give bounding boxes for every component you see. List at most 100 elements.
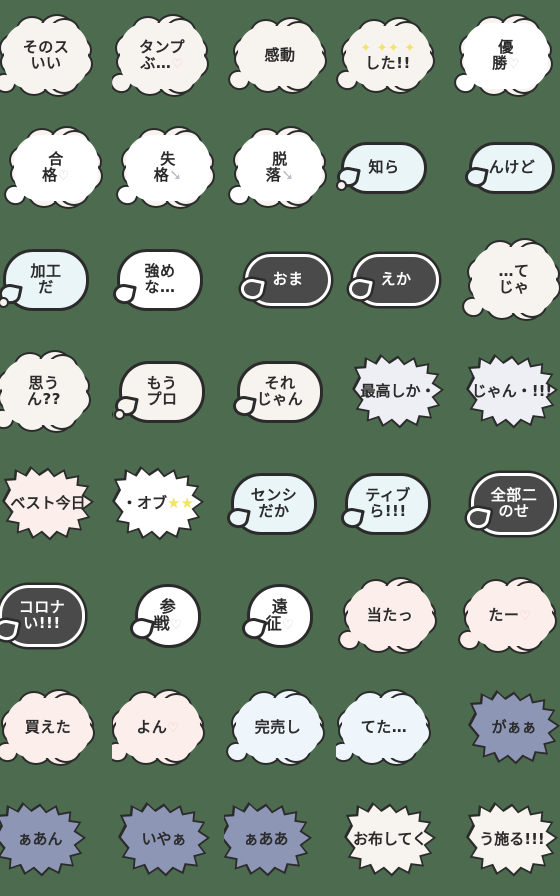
speech-bubble-oval[interactable]: 全部二 のせ bbox=[465, 473, 557, 535]
speech-bubble-cloud[interactable]: 合格♡ bbox=[1, 126, 103, 209]
sticker-cell[interactable]: 最高しか・ bbox=[336, 336, 448, 448]
speech-bubble-burst[interactable]: 最高しか・ bbox=[352, 354, 444, 430]
speech-bubble-cloud[interactable]: 思う ん?? bbox=[0, 350, 91, 433]
heart-icon: ♡ bbox=[507, 57, 520, 72]
speech-bubble-oval[interactable]: 知ら bbox=[336, 142, 427, 194]
bubble-tail bbox=[112, 281, 137, 307]
sticker-cell[interactable]: てた… bbox=[336, 672, 448, 784]
sticker-cell[interactable]: う施る!!! bbox=[448, 784, 560, 896]
bubble-trail-dots bbox=[112, 408, 126, 424]
sticker-cell[interactable]: ベスト今日 bbox=[0, 448, 112, 560]
sticker-label: 当たっ bbox=[367, 608, 414, 624]
sticker-cell[interactable]: 参戦♡ bbox=[112, 560, 224, 672]
sticker-line: プロ bbox=[146, 390, 178, 408]
sticker-line: う施 bbox=[479, 830, 510, 849]
sticker-cell[interactable]: んけど bbox=[448, 112, 560, 224]
sticker-cell[interactable]: 脱落➘ bbox=[224, 112, 336, 224]
speech-bubble-cloud[interactable]: てた… bbox=[336, 689, 431, 766]
sticker-cell[interactable]: ぁあん bbox=[0, 784, 112, 896]
sticker-label: 参戦♡ bbox=[153, 599, 183, 633]
sticker-line: お布 bbox=[352, 830, 383, 849]
speech-bubble-cloud[interactable]: 感動 bbox=[225, 17, 327, 94]
speech-bubble-oval[interactable]: センシ だか bbox=[225, 473, 317, 535]
sticker-cell[interactable]: それ じゃん bbox=[224, 336, 336, 448]
speech-bubble-cloud[interactable]: たー♡ bbox=[455, 577, 557, 654]
speech-bubble-cloud[interactable]: ✦ ✦✦ ✦ した!! bbox=[336, 17, 435, 94]
heart-icon: ♡ bbox=[167, 721, 180, 737]
sticker-label: 脱落➘ bbox=[266, 152, 295, 183]
speech-bubble-cloud[interactable]: …て じゃ bbox=[459, 238, 560, 321]
speech-bubble-cloud[interactable]: 脱落➘ bbox=[225, 126, 327, 209]
sticker-cell[interactable]: おま bbox=[224, 224, 336, 336]
speech-bubble-cloud[interactable]: 失格➘ bbox=[113, 126, 215, 209]
speech-bubble-burst[interactable]: ぁあん bbox=[0, 802, 86, 878]
speech-bubble-cloud[interactable]: タンプ ぶ…♡ bbox=[112, 14, 209, 97]
sticker-cell[interactable]: 優勝♡ bbox=[448, 0, 560, 112]
sticker-cell[interactable]: いやぁ bbox=[112, 784, 224, 896]
sticker-cell[interactable]: 遠征♡ bbox=[224, 560, 336, 672]
sticker-label: ティブ ら!!! bbox=[365, 488, 411, 519]
speech-bubble-burst[interactable]: う施る!!! bbox=[466, 802, 558, 878]
sticker-cell[interactable]: 完売し bbox=[224, 672, 336, 784]
sticker-line: おま bbox=[272, 270, 304, 289]
speech-bubble-oval[interactable]: おま bbox=[239, 254, 331, 306]
sticker-cell[interactable]: 合格♡ bbox=[0, 112, 112, 224]
sticker-line: ぁああ bbox=[243, 830, 289, 849]
sticker-cell[interactable]: 当たっ bbox=[336, 560, 448, 672]
arrow-icon: ➘ bbox=[281, 166, 295, 184]
sticker-cell[interactable]: お布してく bbox=[336, 784, 448, 896]
sticker-cell[interactable]: ・オブ★★ bbox=[112, 448, 224, 560]
speech-bubble-oval[interactable]: えか bbox=[347, 254, 439, 306]
speech-bubble-cloud[interactable]: よん♡ bbox=[112, 689, 205, 766]
speech-bubble-round[interactable]: 参戦♡ bbox=[127, 584, 201, 648]
sticker-cell[interactable]: 全部二 のせ bbox=[448, 448, 560, 560]
sticker-cell[interactable]: 知ら bbox=[336, 112, 448, 224]
sticker-cell[interactable]: たー♡ bbox=[448, 560, 560, 672]
sticker-cell[interactable]: センシ だか bbox=[224, 448, 336, 560]
speech-bubble-oval[interactable]: 加工だ bbox=[0, 249, 89, 311]
sticker-cell[interactable]: タンプ ぶ…♡ bbox=[112, 0, 224, 112]
speech-bubble-oval[interactable]: ティブ ら!!! bbox=[339, 473, 431, 535]
sticker-cell[interactable]: がぁぁ bbox=[448, 672, 560, 784]
speech-bubble-cloud[interactable]: 優勝♡ bbox=[451, 14, 553, 97]
sticker-cell[interactable]: 思う ん?? bbox=[0, 336, 112, 448]
sticker-cell[interactable]: 感動 bbox=[224, 0, 336, 112]
sticker-line: 戦♡ bbox=[153, 614, 183, 633]
speech-bubble-round[interactable]: 遠征♡ bbox=[239, 584, 313, 648]
sticker-cell[interactable]: ティブ ら!!! bbox=[336, 448, 448, 560]
speech-bubble-burst[interactable]: ベスト今日 bbox=[2, 466, 94, 542]
sticker-label: 強め な… bbox=[144, 264, 175, 295]
sticker-cell[interactable]: 買えた bbox=[0, 672, 112, 784]
speech-bubble-cloud[interactable]: 当たっ bbox=[336, 577, 437, 654]
speech-bubble-burst[interactable]: ぁああ bbox=[224, 802, 312, 878]
sticker-cell[interactable]: じゃん・!!! bbox=[448, 336, 560, 448]
speech-bubble-oval[interactable]: んけど bbox=[463, 142, 555, 194]
sticker-cell[interactable]: よん♡ bbox=[112, 672, 224, 784]
speech-bubble-cloud[interactable]: 買えた bbox=[0, 689, 95, 766]
sticker-cell[interactable]: ✦ ✦✦ ✦ した!! bbox=[336, 0, 448, 112]
speech-bubble-oval[interactable]: もう プロ bbox=[112, 361, 205, 423]
speech-bubble-burst[interactable]: じゃん・!!! bbox=[466, 354, 558, 430]
sticker-line: じゃ bbox=[498, 278, 530, 296]
sticker-cell[interactable]: ぁああ bbox=[224, 784, 336, 896]
sticker-cell[interactable]: もう プロ bbox=[112, 336, 224, 448]
sticker-label: …て じゃ bbox=[498, 264, 529, 295]
sticker-cell[interactable]: 加工だ bbox=[0, 224, 112, 336]
sticker-cell[interactable]: えか bbox=[336, 224, 448, 336]
speech-bubble-oval[interactable]: 強め な… bbox=[112, 249, 203, 311]
speech-bubble-cloud[interactable]: そのス いい bbox=[0, 14, 93, 97]
sticker-cell[interactable]: 強め な… bbox=[112, 224, 224, 336]
speech-bubble-cloud[interactable]: 完売し bbox=[224, 689, 325, 766]
speech-bubble-oval[interactable]: それ じゃん bbox=[231, 361, 323, 423]
sticker-cell[interactable]: …て じゃ bbox=[448, 224, 560, 336]
sticker-cell[interactable]: コロナ い!!! bbox=[0, 560, 112, 672]
sticker-cell[interactable]: 失格➘ bbox=[112, 112, 224, 224]
sticker-label: それ じゃん bbox=[257, 376, 304, 407]
sticker-label: 知ら bbox=[368, 160, 399, 176]
speech-bubble-burst[interactable]: いやぁ bbox=[118, 802, 210, 878]
speech-bubble-burst[interactable]: がぁぁ bbox=[468, 690, 560, 766]
sticker-cell[interactable]: そのス いい bbox=[0, 0, 112, 112]
speech-bubble-burst[interactable]: お布してく bbox=[344, 802, 436, 878]
speech-bubble-burst[interactable]: ・オブ★★ bbox=[112, 466, 204, 542]
speech-bubble-oval[interactable]: コロナ い!!! bbox=[0, 585, 85, 647]
